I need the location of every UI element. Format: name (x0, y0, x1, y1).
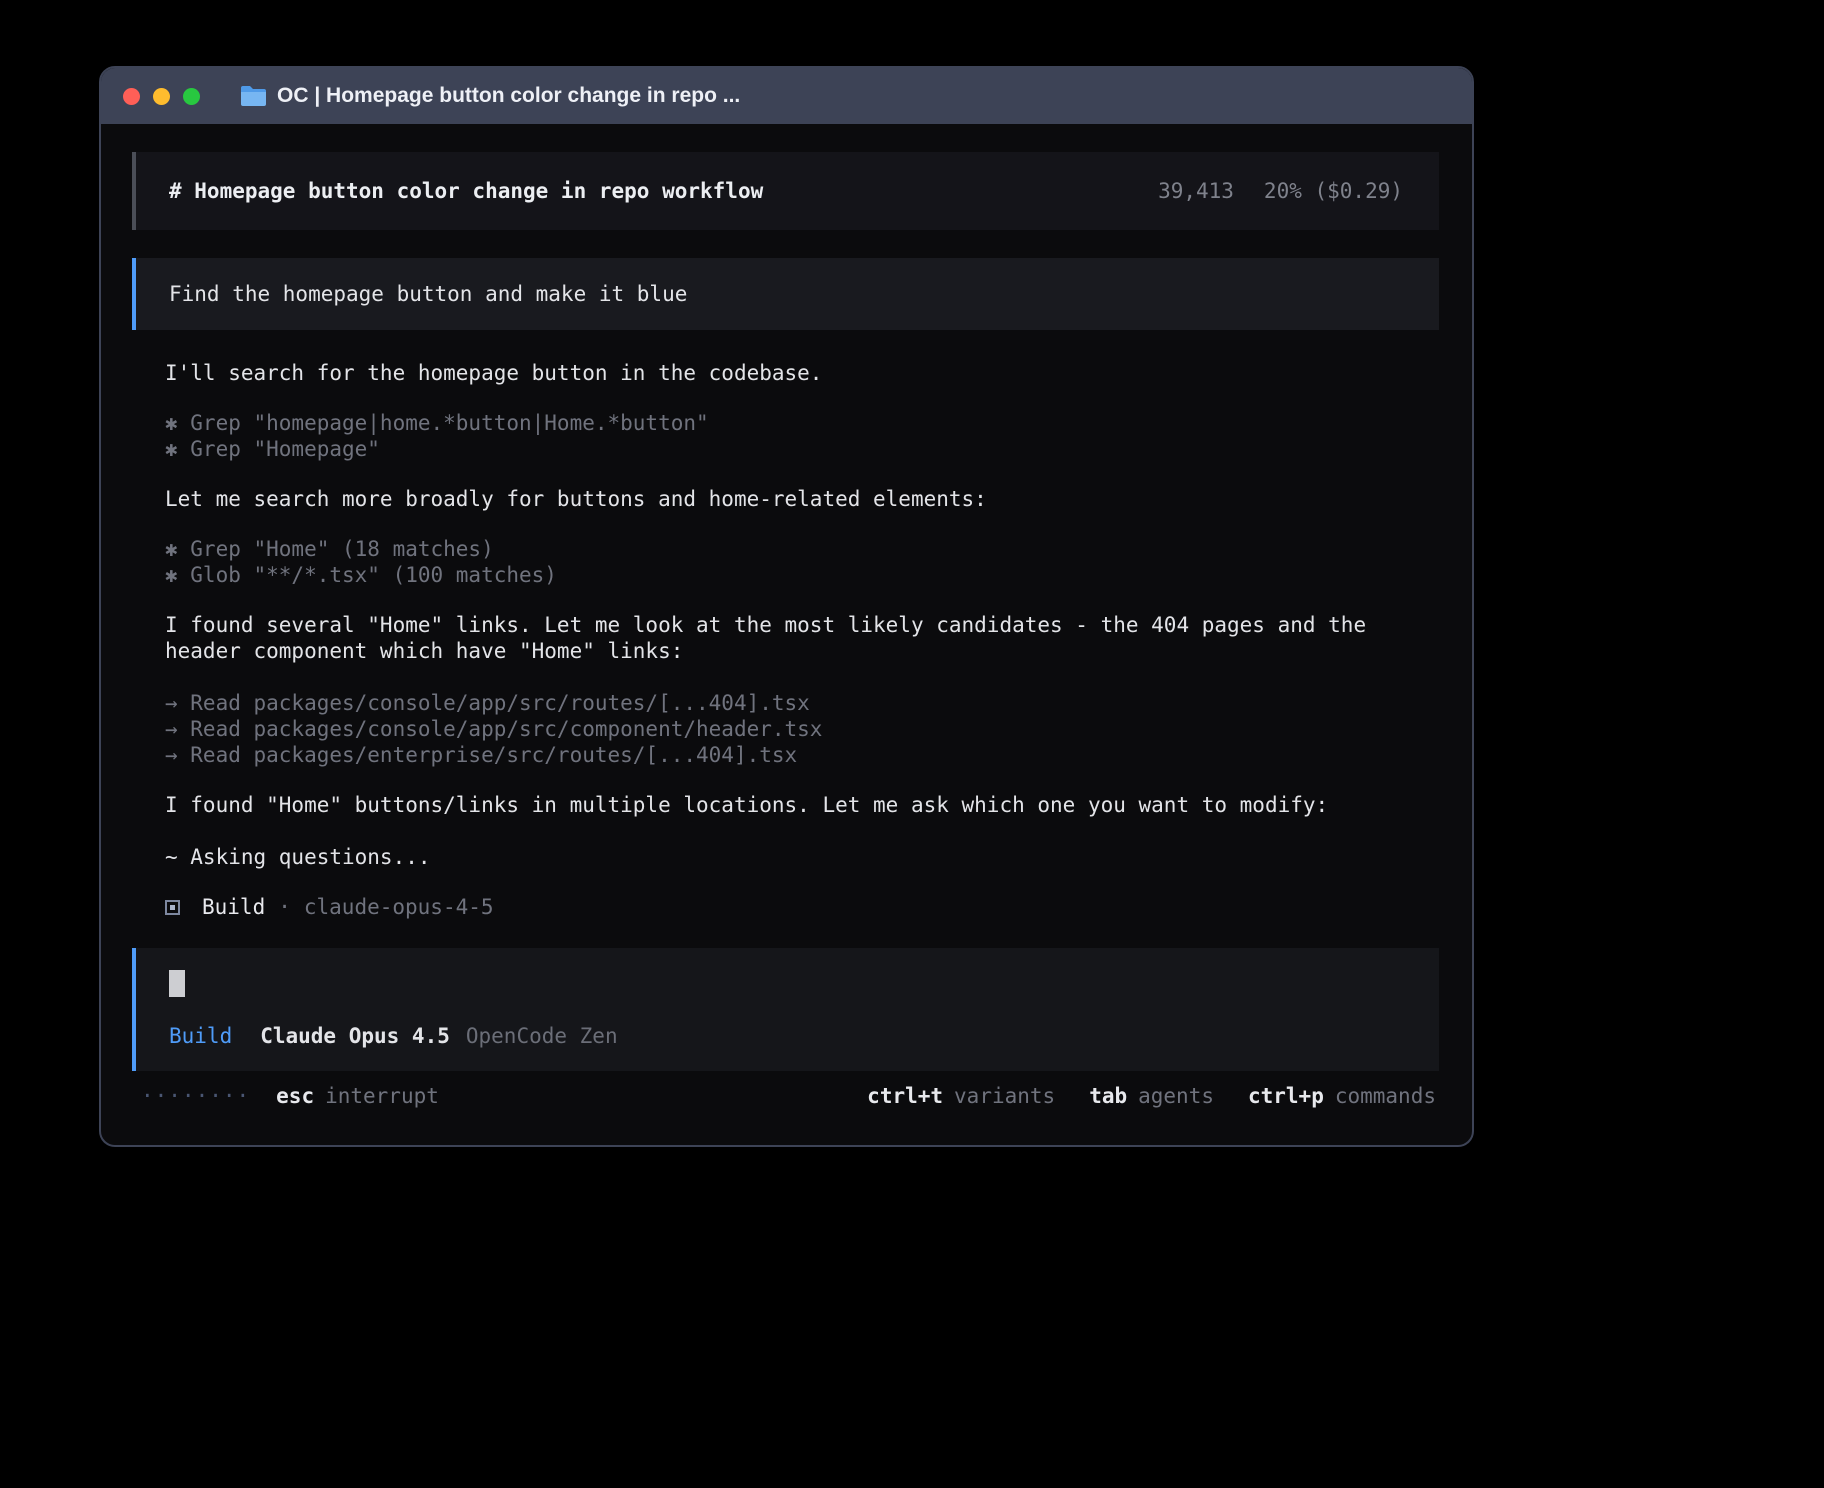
folder-icon (240, 85, 267, 107)
agent-row: Build · claude-opus-4-5 (165, 894, 1433, 920)
input-meta: Build Claude Opus 4.5 OpenCode Zen (169, 1023, 1406, 1049)
agent-name: Build (202, 894, 265, 920)
build-agent-icon (165, 900, 180, 915)
session-meta: 39,413 20% ($0.29) (1158, 178, 1403, 204)
shortcut-label: variants (954, 1083, 1055, 1109)
tool-call-line: → Read packages/enterprise/src/routes/[.… (165, 742, 1433, 768)
esc-key-hint: esc (276, 1083, 314, 1109)
input-model-label: Claude Opus 4.5 (260, 1023, 450, 1049)
session-header: # Homepage button color change in repo w… (132, 152, 1439, 230)
token-count: 39,413 (1158, 179, 1234, 203)
session-title: # Homepage button color change in repo w… (169, 178, 763, 204)
traffic-lights (123, 88, 200, 105)
prompt-input[interactable]: Build Claude Opus 4.5 OpenCode Zen (132, 948, 1439, 1071)
context-usage: 20% ($0.29) (1264, 179, 1403, 203)
minimize-button[interactable] (153, 88, 170, 105)
tool-call-line: ✱ Grep "Home" (18 matches) (165, 536, 1433, 562)
input-provider-label: OpenCode Zen (466, 1023, 618, 1049)
shortcut-variants: ctrl+t variants (867, 1083, 1055, 1109)
shortcut-commands: ctrl+p commands (1248, 1083, 1436, 1109)
close-button[interactable] (123, 88, 140, 105)
separator-dot: · (278, 894, 291, 920)
assistant-line: I found "Home" buttons/links in multiple… (165, 792, 1433, 818)
zoom-button[interactable] (183, 88, 200, 105)
tool-call-line: ✱ Grep "Homepage" (165, 436, 1433, 462)
shortcut-key: ctrl+t (867, 1083, 943, 1109)
text-cursor (169, 970, 185, 997)
shortcut-label: agents (1138, 1083, 1214, 1109)
statusbar-right: ctrl+t variants tab agents ctrl+p comman… (833, 1083, 1436, 1109)
tool-call-line: → Read packages/console/app/src/componen… (165, 716, 1433, 742)
spinner-dots: ········ (141, 1083, 250, 1109)
assistant-line: Let me search more broadly for buttons a… (165, 486, 1433, 512)
terminal-window: OC | Homepage button color change in rep… (99, 66, 1474, 1147)
shortcut-key: ctrl+p (1248, 1083, 1324, 1109)
window-title: OC | Homepage button color change in rep… (277, 84, 740, 108)
tool-call-line: → Read packages/console/app/src/routes/[… (165, 690, 1433, 716)
terminal-content: # Homepage button color change in repo w… (101, 124, 1472, 1109)
assistant-line: I found several "Home" links. Let me loo… (165, 612, 1433, 664)
tool-call-line: ✱ Grep "homepage|home.*button|Home.*butt… (165, 410, 1433, 436)
esc-key-label: interrupt (325, 1083, 439, 1109)
user-message: Find the homepage button and make it blu… (132, 258, 1439, 330)
input-mode-badge[interactable]: Build (169, 1023, 232, 1049)
assistant-line: I'll search for the homepage button in t… (165, 360, 1433, 386)
statusbar-left: ········ esc interrupt (141, 1083, 439, 1109)
tool-call-line: ✱ Glob "**/*.tsx" (100 matches) (165, 562, 1433, 588)
shortcut-key: tab (1089, 1083, 1127, 1109)
shortcut-agents: tab agents (1089, 1083, 1214, 1109)
titlebar[interactable]: OC | Homepage button color change in rep… (101, 68, 1472, 124)
statusbar: ········ esc interrupt ctrl+t variants t… (132, 1083, 1439, 1109)
user-message-text: Find the homepage button and make it blu… (169, 281, 687, 307)
status-line: ~ Asking questions... (165, 844, 1433, 870)
agent-model: claude-opus-4-5 (304, 894, 494, 920)
transcript: I'll search for the homepage button in t… (132, 360, 1439, 920)
shortcut-label: commands (1335, 1083, 1436, 1109)
